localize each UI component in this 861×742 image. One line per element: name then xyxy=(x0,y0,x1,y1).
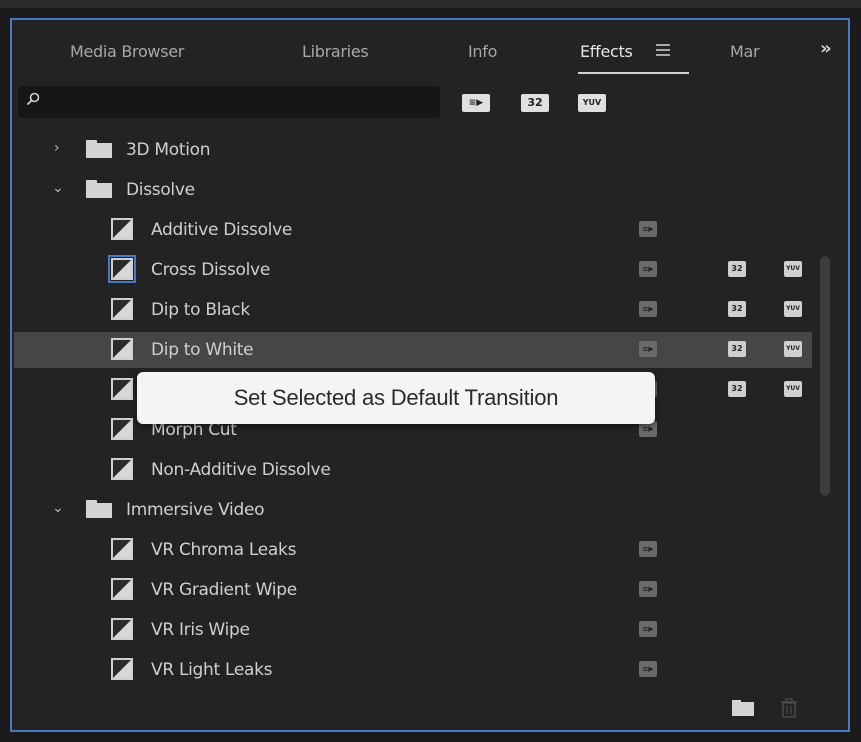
folder-label: Dissolve xyxy=(126,180,195,200)
effect-label: Cross Dissolve xyxy=(151,260,270,280)
effect-label: Non-Additive Dissolve xyxy=(151,460,331,480)
context-tooltip-set-default-transition[interactable]: Set Selected as Default Transition xyxy=(137,372,655,424)
effect-row[interactable]: VR Iris Wipe ≡▶ xyxy=(14,612,812,648)
tab-overflow-icon[interactable]: » xyxy=(820,38,832,59)
accelerated-badge-icon: ≡▶ xyxy=(639,661,657,677)
trash-icon[interactable] xyxy=(780,698,798,718)
accelerated-badge-icon: ≡▶ xyxy=(639,541,657,557)
effect-label: VR Iris Wipe xyxy=(151,620,250,640)
32-bit-badge-icon: 32 xyxy=(728,301,746,317)
folder-row[interactable]: › 3D Motion xyxy=(14,132,812,168)
accelerated-badge-icon: ≡▶ xyxy=(639,221,657,237)
vertical-scrollbar[interactable] xyxy=(818,132,832,718)
32-bit-badge-icon: 32 xyxy=(728,261,746,277)
folder-label: 3D Motion xyxy=(126,140,211,160)
effect-label: Dip to White xyxy=(151,340,254,360)
tab-media-browser[interactable]: Media Browser xyxy=(70,42,184,61)
transition-icon xyxy=(111,458,133,480)
accelerated-badge-icon: ≡▶ xyxy=(639,341,657,357)
effect-label: VR Light Leaks xyxy=(151,660,273,680)
effect-row[interactable]: Dip to White ≡▶ 32 YUV xyxy=(14,332,812,368)
default-transition-icon xyxy=(108,255,136,283)
folder-row[interactable]: ⌄ Immersive Video xyxy=(14,492,812,528)
effect-label: Additive Dissolve xyxy=(151,220,293,240)
effect-row[interactable]: VR Light Leaks ≡▶ xyxy=(14,652,812,688)
tab-info[interactable]: Info xyxy=(468,42,497,61)
transition-icon xyxy=(111,218,133,240)
effect-row[interactable]: VR Chroma Leaks ≡▶ xyxy=(14,532,812,568)
effects-tree: › 3D Motion ⌄ Dissolve Additive Dissolve ≡▶ Cr… xyxy=(14,132,812,718)
yuv-badge-icon: YUV xyxy=(784,261,802,277)
top-window-strip xyxy=(0,0,861,8)
new-bin-icon[interactable] xyxy=(732,700,754,716)
chevron-down-icon[interactable]: ⌄ xyxy=(52,180,64,196)
effect-row[interactable]: Dip to Black ≡▶ 32 YUV xyxy=(14,292,812,328)
yuv-badge-icon: YUV xyxy=(784,341,802,357)
folder-icon xyxy=(86,140,112,158)
chevron-down-icon[interactable]: ⌄ xyxy=(52,500,64,516)
panel-menu-icon[interactable] xyxy=(656,44,670,56)
effect-row[interactable]: Additive Dissolve ≡▶ xyxy=(14,212,812,248)
effect-label: VR Chroma Leaks xyxy=(151,540,297,560)
accelerated-badge-icon: ≡▶ xyxy=(639,301,657,317)
accelerated-badge-icon: ≡▶ xyxy=(639,621,657,637)
effect-label: Dip to Black xyxy=(151,300,250,320)
effect-row[interactable]: VR Gradient Wipe ≡▶ xyxy=(14,572,812,608)
transition-icon xyxy=(111,538,133,560)
folder-label: Immersive Video xyxy=(126,500,265,520)
effect-label: VR Gradient Wipe xyxy=(151,580,297,600)
chevron-right-icon[interactable]: › xyxy=(54,140,60,156)
active-tab-underline xyxy=(578,72,689,74)
transition-icon xyxy=(111,578,133,600)
32-bit-filter-button[interactable]: 32 xyxy=(521,94,549,112)
transition-icon xyxy=(111,298,133,320)
scrollbar-thumb[interactable] xyxy=(820,256,830,496)
32-bit-badge-icon: 32 xyxy=(728,341,746,357)
search-icon xyxy=(26,92,40,106)
yuv-filter-button[interactable]: YUV xyxy=(578,94,606,112)
tab-markers[interactable]: Mar xyxy=(730,42,760,61)
transition-icon xyxy=(111,378,133,400)
folder-icon xyxy=(86,500,112,518)
folder-row[interactable]: ⌄ Dissolve xyxy=(14,172,812,208)
panel-tab-bar: Media Browser Libraries Info Effects Mar… xyxy=(12,20,848,84)
effect-row[interactable]: Non-Additive Dissolve xyxy=(14,452,812,488)
tab-effects[interactable]: Effects xyxy=(580,42,633,61)
transition-icon xyxy=(111,618,133,640)
transition-icon xyxy=(111,418,133,440)
accelerated-effects-filter-button[interactable]: ≡▶ xyxy=(462,94,490,112)
tab-libraries[interactable]: Libraries xyxy=(302,42,369,61)
yuv-badge-icon: YUV xyxy=(784,301,802,317)
transition-icon xyxy=(111,338,133,360)
folder-icon xyxy=(86,180,112,198)
transition-icon xyxy=(111,658,133,680)
search-input[interactable] xyxy=(48,90,432,116)
accelerated-badge-icon: ≡▶ xyxy=(639,261,657,277)
search-box xyxy=(18,86,440,118)
32-bit-badge-icon: 32 xyxy=(728,381,746,397)
effect-row[interactable]: Cross Dissolve ≡▶ 32 YUV xyxy=(14,252,812,288)
accelerated-badge-icon: ≡▶ xyxy=(639,581,657,597)
yuv-badge-icon: YUV xyxy=(784,381,802,397)
